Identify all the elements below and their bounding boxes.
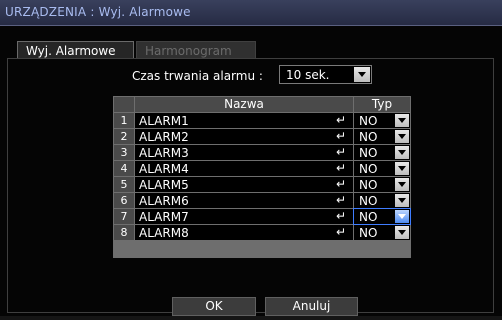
alarm-name-text: ALARM6 [139,194,189,208]
column-header-name: Nazwa [135,97,353,112]
alarm-type-value: NO [359,226,378,240]
alarm-type-select[interactable]: NO [354,225,410,240]
chevron-down-icon[interactable] [395,178,409,191]
alarm-duration-value: 10 sek. [286,68,330,82]
alarm-type-select[interactable]: NO [354,113,410,128]
alarm-name-text: ALARM2 [139,130,189,144]
column-header-type: Typ [354,97,410,112]
alarm-duration-label: Czas trwania alarmu : [132,69,263,83]
alarm-name-field[interactable]: ALARM2 ↵ [135,129,353,144]
row-number: 3 [114,145,134,160]
row-number: 8 [114,225,134,240]
alarm-type-select[interactable]: NO [354,145,410,160]
alarm-name-field[interactable]: ALARM6 ↵ [135,193,353,208]
row-number: 2 [114,129,134,144]
enter-icon[interactable]: ↵ [336,146,348,158]
dialog-window: URZĄDZENIA : Wyj. Alarmowe Wyj. Alarmowe… [0,0,502,320]
alarm-type-select[interactable]: NO [354,129,410,144]
alarm-type-value: NO [359,114,378,128]
cancel-button[interactable]: Anuluj [265,297,358,316]
alarm-name-field[interactable]: ALARM4 ↵ [135,161,353,176]
alarm-name-text: ALARM7 [139,210,189,224]
chevron-down-icon[interactable] [395,114,409,127]
enter-icon[interactable]: ↵ [336,114,348,126]
ok-button[interactable]: OK [172,297,256,316]
alarm-type-select[interactable]: NO [354,161,410,176]
alarm-type-value: NO [359,194,378,208]
chevron-down-icon[interactable] [395,130,409,143]
alarm-type-select[interactable]: NO [354,177,410,192]
alarm-type-value: NO [359,130,378,144]
alarm-type-value: NO [359,210,378,224]
tab-wyj-alarmowe[interactable]: Wyj. Alarmowe [17,41,134,59]
enter-icon[interactable]: ↵ [336,210,348,222]
window-title: URZĄDZENIA : Wyj. Alarmowe [5,5,191,19]
alarm-type-select[interactable]: NO [354,193,410,208]
alarm-name-field[interactable]: ALARM3 ↵ [135,145,353,160]
alarm-name-field[interactable]: ALARM8 ↵ [135,225,353,240]
chevron-down-icon[interactable] [395,162,409,175]
row-number: 5 [114,177,134,192]
row-number: 4 [114,161,134,176]
enter-icon[interactable]: ↵ [336,162,348,174]
alarm-name-text: ALARM5 [139,178,189,192]
alarm-name-field[interactable]: ALARM7 ↵ [135,209,353,224]
alarm-type-value: NO [359,146,378,160]
alarm-name-text: ALARM4 [139,162,189,176]
chevron-down-icon[interactable] [354,67,370,82]
chevron-down-icon[interactable] [395,226,409,239]
alarm-type-value: NO [359,162,378,176]
row-number: 1 [114,113,134,128]
row-number: 6 [114,193,134,208]
bottom-border [0,316,502,320]
chevron-down-icon[interactable] [395,194,409,207]
enter-icon[interactable]: ↵ [336,130,348,142]
chevron-down-icon[interactable] [395,146,409,159]
alarm-name-text: ALARM1 [139,114,189,128]
alarm-name-field[interactable]: ALARM5 ↵ [135,177,353,192]
alarm-duration-select[interactable]: 10 sek. [279,65,372,84]
column-header-number [114,97,134,112]
alarm-name-text: ALARM8 [139,226,189,240]
title-bar: URZĄDZENIA : Wyj. Alarmowe [0,0,502,26]
alarm-name-field[interactable]: ALARM1 ↵ [135,113,353,128]
alarm-name-text: ALARM3 [139,146,189,160]
row-number: 7 [114,209,134,224]
alarm-type-select[interactable]: NO [353,208,411,225]
tab-harmonogram[interactable]: Harmonogram [136,41,256,59]
alarm-type-value: NO [359,178,378,192]
enter-icon[interactable]: ↵ [336,194,348,206]
enter-icon[interactable]: ↵ [336,226,348,238]
enter-icon[interactable]: ↵ [336,178,348,190]
chevron-down-icon[interactable] [395,210,409,223]
